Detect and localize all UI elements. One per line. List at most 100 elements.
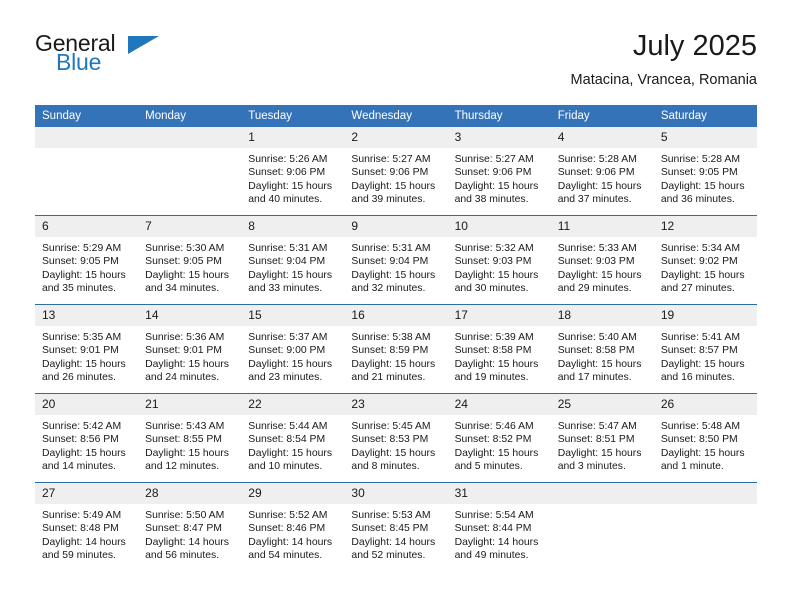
calendar-day-cell[interactable]: 31 Sunrise: 5:54 AM Sunset: 8:44 PM Dayligh… bbox=[447, 482, 551, 571]
calendar-day-cell[interactable]: 16 Sunrise: 5:38 AM Sunset: 8:59 PM Dayligh… bbox=[344, 304, 448, 394]
calendar-day-cell[interactable]: 15 Sunrise: 5:37 AM Sunset: 9:00 PM Dayligh… bbox=[241, 304, 345, 394]
calendar-day-cell[interactable]: 23 Sunrise: 5:45 AM Sunset: 8:53 PM Dayligh… bbox=[344, 393, 448, 483]
sunrise-text: Sunrise: 5:26 AM bbox=[248, 154, 328, 165]
daylight-text: Daylight: 15 hours and 1 minute. bbox=[660, 447, 745, 473]
logo-text-blue: Blue bbox=[56, 49, 102, 75]
sunrise-text: Sunrise: 5:31 AM bbox=[351, 243, 431, 254]
day-details: Sunrise: 5:50 AM Sunset: 8:47 PM Daylight:… bbox=[138, 504, 241, 563]
day-details: Sunrise: 5:27 AM Sunset: 9:06 PM Daylight:… bbox=[344, 148, 447, 207]
sunset-text: Sunset: 9:06 PM bbox=[454, 167, 532, 179]
calendar-day-cell[interactable]: 13 Sunrise: 5:35 AM Sunset: 9:01 PM Dayligh… bbox=[35, 304, 139, 394]
sunrise-text: Sunrise: 5:29 AM bbox=[42, 243, 122, 254]
day-number: 8 bbox=[241, 216, 345, 237]
calendar-week-row: 1 Sunrise: 5:26 AM Sunset: 9:06 PM Daylight… bbox=[35, 127, 757, 216]
calendar-day-cell[interactable]: 2 Sunrise: 5:27 AM Sunset: 9:06 PM Daylight… bbox=[344, 127, 448, 216]
day-number: 4 bbox=[550, 127, 654, 148]
daylight-text: Daylight: 15 hours and 23 minutes. bbox=[248, 358, 333, 384]
daylight-text: Daylight: 15 hours and 30 minutes. bbox=[454, 269, 539, 295]
daylight-text: Daylight: 15 hours and 14 minutes. bbox=[42, 447, 126, 473]
calendar-week-row: 6 Sunrise: 5:29 AM Sunset: 9:05 PM Daylight… bbox=[35, 215, 757, 305]
calendar-day-cell[interactable]: 5 Sunrise: 5:28 AM Sunset: 9:05 PM Daylight… bbox=[653, 127, 757, 216]
sunset-text: Sunset: 9:04 PM bbox=[351, 256, 429, 268]
calendar-day-cell[interactable]: 24 Sunrise: 5:46 AM Sunset: 8:52 PM Dayligh… bbox=[447, 393, 551, 483]
day-number bbox=[653, 483, 757, 504]
sunrise-text: Sunrise: 5:33 AM bbox=[557, 243, 637, 254]
calendar-day-cell[interactable]: 18 Sunrise: 5:40 AM Sunset: 8:58 PM Dayligh… bbox=[550, 304, 654, 394]
page-subtitle: Matacina, Vrancea, Romania bbox=[570, 72, 757, 88]
calendar-day-cell[interactable]: 1 Sunrise: 5:26 AM Sunset: 9:06 PM Daylight… bbox=[241, 127, 345, 216]
calendar-day-cell[interactable]: 7 Sunrise: 5:30 AM Sunset: 9:05 PM Daylight… bbox=[138, 215, 242, 305]
daylight-text: Daylight: 15 hours and 21 minutes. bbox=[351, 358, 436, 384]
day-details: Sunrise: 5:38 AM Sunset: 8:59 PM Daylight:… bbox=[344, 326, 447, 385]
weekday-header-tuesday: Tuesday bbox=[241, 105, 345, 127]
sunset-text: Sunset: 9:05 PM bbox=[660, 167, 738, 179]
day-number: 6 bbox=[35, 216, 139, 237]
calendar-day-cell[interactable]: 10 Sunrise: 5:32 AM Sunset: 9:03 PM Dayligh… bbox=[447, 215, 551, 305]
sunset-text: Sunset: 9:04 PM bbox=[248, 256, 326, 268]
calendar-day-cell-empty bbox=[138, 127, 242, 216]
daylight-text: Daylight: 14 hours and 56 minutes. bbox=[145, 536, 229, 562]
calendar-day-cell[interactable]: 25 Sunrise: 5:47 AM Sunset: 8:51 PM Dayligh… bbox=[550, 393, 654, 483]
day-number: 30 bbox=[344, 483, 448, 504]
sunrise-text: Sunrise: 5:43 AM bbox=[145, 421, 225, 432]
daylight-text: Daylight: 15 hours and 3 minutes. bbox=[557, 447, 642, 473]
calendar-day-cell[interactable]: 19 Sunrise: 5:41 AM Sunset: 8:57 PM Dayligh… bbox=[653, 304, 757, 394]
calendar-day-cell[interactable]: 22 Sunrise: 5:44 AM Sunset: 8:54 PM Dayligh… bbox=[241, 393, 345, 483]
sunset-text: Sunset: 9:06 PM bbox=[557, 167, 635, 179]
day-details: Sunrise: 5:30 AM Sunset: 9:05 PM Daylight:… bbox=[138, 237, 241, 296]
calendar-day-cell[interactable]: 6 Sunrise: 5:29 AM Sunset: 9:05 PM Daylight… bbox=[35, 215, 139, 305]
calendar-day-cell[interactable]: 28 Sunrise: 5:50 AM Sunset: 8:47 PM Dayligh… bbox=[138, 482, 242, 571]
day-number: 28 bbox=[138, 483, 242, 504]
day-number: 20 bbox=[35, 394, 139, 415]
day-details: Sunrise: 5:28 AM Sunset: 9:06 PM Daylight:… bbox=[551, 148, 654, 207]
calendar-day-cell[interactable]: 11 Sunrise: 5:33 AM Sunset: 9:03 PM Dayligh… bbox=[550, 215, 654, 305]
daylight-text: Daylight: 14 hours and 52 minutes. bbox=[351, 536, 436, 562]
sunrise-text: Sunrise: 5:31 AM bbox=[248, 243, 328, 254]
day-number: 11 bbox=[550, 216, 654, 237]
calendar-day-cell[interactable]: 29 Sunrise: 5:52 AM Sunset: 8:46 PM Dayligh… bbox=[241, 482, 345, 571]
daylight-text: Daylight: 15 hours and 37 minutes. bbox=[557, 180, 642, 206]
day-details: Sunrise: 5:48 AM Sunset: 8:50 PM Daylight:… bbox=[654, 415, 757, 474]
calendar-day-cell[interactable]: 3 Sunrise: 5:27 AM Sunset: 9:06 PM Daylight… bbox=[447, 127, 551, 216]
calendar-day-cell[interactable]: 4 Sunrise: 5:28 AM Sunset: 9:06 PM Daylight… bbox=[550, 127, 654, 216]
sunrise-text: Sunrise: 5:53 AM bbox=[351, 510, 431, 521]
day-details: Sunrise: 5:44 AM Sunset: 8:54 PM Daylight:… bbox=[241, 415, 344, 474]
day-details: Sunrise: 5:40 AM Sunset: 8:58 PM Daylight:… bbox=[551, 326, 654, 385]
calendar-day-cell[interactable]: 8 Sunrise: 5:31 AM Sunset: 9:04 PM Daylight… bbox=[241, 215, 345, 305]
day-details: Sunrise: 5:33 AM Sunset: 9:03 PM Daylight:… bbox=[551, 237, 654, 296]
daylight-text: Daylight: 15 hours and 29 minutes. bbox=[557, 269, 642, 295]
sunrise-text: Sunrise: 5:32 AM bbox=[454, 243, 534, 254]
daylight-text: Daylight: 14 hours and 59 minutes. bbox=[42, 536, 126, 562]
calendar-day-cell[interactable]: 9 Sunrise: 5:31 AM Sunset: 9:04 PM Daylight… bbox=[344, 215, 448, 305]
day-number: 23 bbox=[344, 394, 448, 415]
sunrise-text: Sunrise: 5:27 AM bbox=[351, 154, 431, 165]
sunrise-text: Sunrise: 5:36 AM bbox=[145, 332, 225, 343]
sunrise-text: Sunrise: 5:46 AM bbox=[454, 421, 534, 432]
daylight-text: Daylight: 15 hours and 12 minutes. bbox=[145, 447, 229, 473]
calendar-day-cell[interactable]: 14 Sunrise: 5:36 AM Sunset: 9:01 PM Dayligh… bbox=[138, 304, 242, 394]
day-details: Sunrise: 5:31 AM Sunset: 9:04 PM Daylight:… bbox=[241, 237, 344, 296]
calendar-day-cell[interactable]: 27 Sunrise: 5:49 AM Sunset: 8:48 PM Dayligh… bbox=[35, 482, 139, 571]
day-number: 31 bbox=[447, 483, 551, 504]
day-number: 9 bbox=[344, 216, 448, 237]
weekday-header-saturday: Saturday bbox=[653, 105, 757, 127]
day-details: Sunrise: 5:37 AM Sunset: 9:00 PM Daylight:… bbox=[241, 326, 344, 385]
sunset-text: Sunset: 9:06 PM bbox=[351, 167, 429, 179]
day-details: Sunrise: 5:28 AM Sunset: 9:05 PM Daylight:… bbox=[654, 148, 757, 207]
daylight-text: Daylight: 15 hours and 27 minutes. bbox=[660, 269, 745, 295]
calendar-day-cell[interactable]: 21 Sunrise: 5:43 AM Sunset: 8:55 PM Dayligh… bbox=[138, 393, 242, 483]
calendar-day-cell-empty bbox=[653, 482, 757, 571]
day-details: Sunrise: 5:47 AM Sunset: 8:51 PM Daylight:… bbox=[551, 415, 654, 474]
sunrise-text: Sunrise: 5:35 AM bbox=[42, 332, 122, 343]
day-details: Sunrise: 5:27 AM Sunset: 9:06 PM Daylight:… bbox=[448, 148, 551, 207]
general-blue-logo: General Blue bbox=[35, 30, 215, 86]
daylight-text: Daylight: 15 hours and 10 minutes. bbox=[248, 447, 333, 473]
calendar-day-cell[interactable]: 12 Sunrise: 5:34 AM Sunset: 9:02 PM Dayligh… bbox=[653, 215, 757, 305]
sunset-text: Sunset: 9:02 PM bbox=[660, 256, 738, 268]
calendar-day-cell[interactable]: 26 Sunrise: 5:48 AM Sunset: 8:50 PM Dayligh… bbox=[653, 393, 757, 483]
calendar-day-cell[interactable]: 17 Sunrise: 5:39 AM Sunset: 8:58 PM Dayligh… bbox=[447, 304, 551, 394]
calendar-day-cell[interactable]: 30 Sunrise: 5:53 AM Sunset: 8:45 PM Dayligh… bbox=[344, 482, 448, 571]
day-details: Sunrise: 5:42 AM Sunset: 8:56 PM Daylight:… bbox=[35, 415, 138, 474]
sunset-text: Sunset: 9:01 PM bbox=[145, 345, 222, 357]
calendar-day-cell[interactable]: 20 Sunrise: 5:42 AM Sunset: 8:56 PM Dayligh… bbox=[35, 393, 139, 483]
